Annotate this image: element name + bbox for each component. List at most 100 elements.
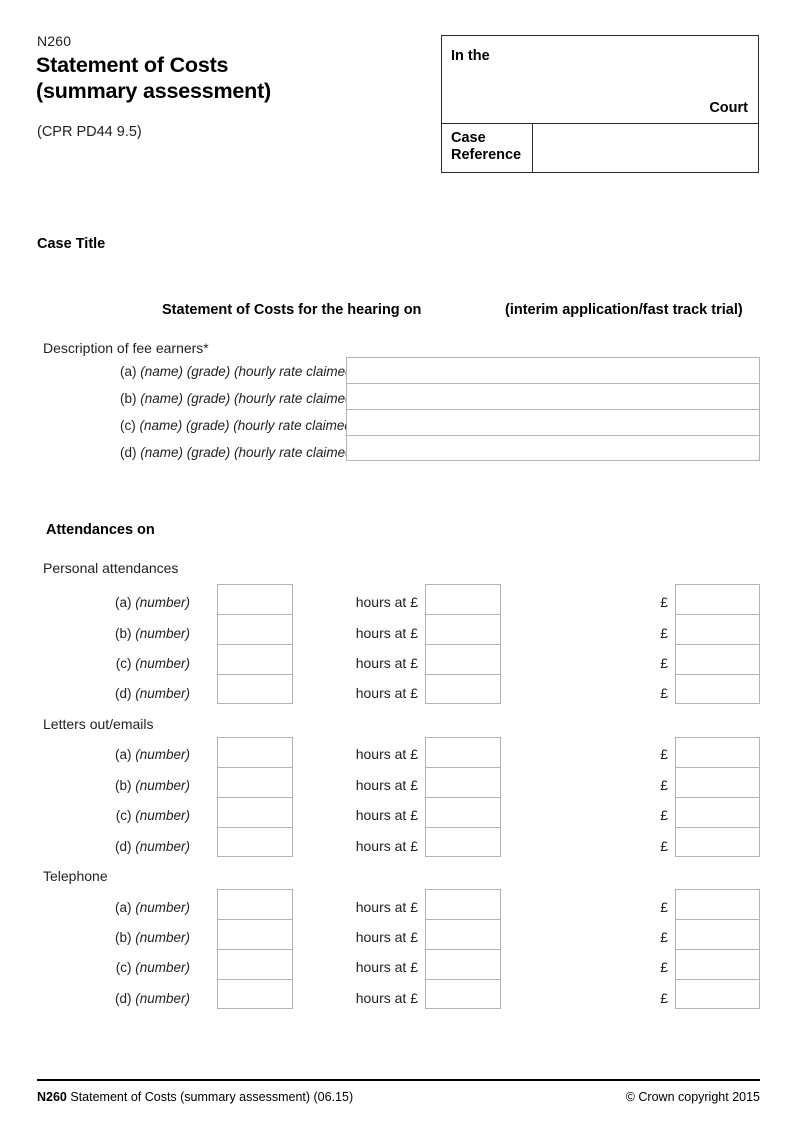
case-title-heading: Case Title (37, 236, 106, 252)
letters-out-emails-label-b: (b) (number) (0, 778, 190, 793)
personal-attendances-number-input-a[interactable] (217, 584, 293, 614)
personal-attendances-total-input-a[interactable] (675, 584, 760, 614)
pound-label: £ (660, 625, 668, 641)
letters-out-emails-label-d: (d) (number) (0, 839, 190, 854)
row-descriptor: (number) (135, 747, 190, 762)
personal-attendances-label-d: (d) (number) (0, 686, 190, 701)
telephone-number-input-c[interactable] (217, 949, 293, 979)
telephone-rate-input-b[interactable] (425, 919, 501, 949)
personal-attendances-label-a: (a) (number) (0, 595, 190, 610)
letters-out-emails-number-input-a[interactable] (217, 737, 293, 767)
court-reference-table: In the Court Case Reference (441, 35, 759, 173)
personal-attendances-rate-input-a[interactable] (425, 584, 501, 614)
row-descriptor: (number) (135, 656, 190, 671)
fee-earner-input-b[interactable] (346, 383, 760, 409)
letters-out-emails-total-input-d[interactable] (675, 827, 760, 857)
letters-out-emails-label-a: (a) (number) (0, 747, 190, 762)
personal-attendances-rate-input-b[interactable] (425, 614, 501, 644)
hours-at-label: hours at £ (355, 746, 418, 762)
pound-label: £ (660, 838, 668, 854)
telephone-rate-input-a[interactable] (425, 889, 501, 919)
row-descriptor: (number) (135, 808, 190, 823)
telephone-rate-column (425, 889, 501, 1009)
attendances-heading: Attendances on (46, 522, 155, 538)
telephone-number-input-a[interactable] (217, 889, 293, 919)
letters-out-emails-total-input-a[interactable] (675, 737, 760, 767)
hours-at-label: hours at £ (355, 594, 418, 610)
fee-earner-descriptor-a: (name) (grade) (hourly rate claimed) (140, 364, 358, 379)
letters-out-emails-rate-input-b[interactable] (425, 767, 501, 797)
letters-out-emails-rate-input-c[interactable] (425, 797, 501, 827)
personal-attendances-rate-input-d[interactable] (425, 674, 501, 704)
row-descriptor: (number) (135, 960, 190, 975)
page-title-line2: (summary assessment) (36, 79, 272, 103)
personal-attendances-total-input-c[interactable] (675, 644, 760, 674)
personal-attendances-number-input-b[interactable] (217, 614, 293, 644)
letters-out-emails-number-input-b[interactable] (217, 767, 293, 797)
telephone-total-input-a[interactable] (675, 889, 760, 919)
case-reference-row: Case Reference (442, 124, 758, 172)
fee-earner-marker-c: (c) (120, 418, 136, 433)
telephone-total-input-c[interactable] (675, 949, 760, 979)
personal-attendances-rate-input-c[interactable] (425, 644, 501, 674)
fee-earner-input-d[interactable] (346, 435, 760, 461)
row-marker: (b) (114, 778, 132, 793)
fee-earner-descriptor-d: (name) (grade) (hourly rate claimed) (140, 445, 358, 460)
personal-attendances-total-input-d[interactable] (675, 674, 760, 704)
footer-copyright: © Crown copyright 2015 (625, 1090, 760, 1104)
letters-out-emails-total-input-c[interactable] (675, 797, 760, 827)
fee-earner-input-c[interactable] (346, 409, 760, 435)
letters-out-emails-total-column (675, 737, 760, 857)
hearing-statement-label: Statement of Costs for the hearing on (162, 302, 422, 318)
personal-attendances-total-input-b[interactable] (675, 614, 760, 644)
court-name-row[interactable]: In the Court (442, 36, 758, 124)
row-descriptor: (number) (135, 595, 190, 610)
case-reference-field[interactable] (533, 124, 758, 172)
row-descriptor: (number) (135, 686, 190, 701)
letters-out-emails-rate-input-a[interactable] (425, 737, 501, 767)
letters-out-emails-number-input-d[interactable] (217, 827, 293, 857)
personal-attendances-label-c: (c) (number) (0, 656, 190, 671)
telephone-total-input-b[interactable] (675, 919, 760, 949)
hours-at-label: hours at £ (355, 838, 418, 854)
group-heading-letters-out-emails: Letters out/emails (43, 716, 154, 732)
fee-earner-descriptor-b: (name) (grade) (hourly rate claimed) (140, 391, 358, 406)
hours-at-label: hours at £ (355, 959, 418, 975)
personal-attendances-number-input-c[interactable] (217, 644, 293, 674)
personal-attendances-number-input-d[interactable] (217, 674, 293, 704)
fee-earner-descriptor-c: (name) (grade) (hourly rate claimed) (139, 418, 357, 433)
telephone-number-column (217, 889, 293, 1009)
letters-out-emails-total-input-b[interactable] (675, 767, 760, 797)
telephone-number-input-d[interactable] (217, 979, 293, 1009)
hours-at-label: hours at £ (355, 929, 418, 945)
row-marker: (d) (114, 839, 132, 854)
telephone-rate-input-d[interactable] (425, 979, 501, 1009)
pound-label: £ (660, 685, 668, 701)
telephone-rate-input-c[interactable] (425, 949, 501, 979)
row-descriptor: (number) (135, 778, 190, 793)
group-heading-telephone: Telephone (43, 868, 108, 884)
case-reference-label: Case Reference (442, 124, 533, 172)
fee-earners-input-table (346, 357, 760, 461)
fee-earner-input-a[interactable] (346, 357, 760, 383)
page-title: Statement of Costs (summary assessment) (36, 52, 426, 104)
row-descriptor: (number) (135, 839, 190, 854)
footer-form-description: Statement of Costs (summary assessment) … (70, 1090, 354, 1104)
pound-label: £ (660, 594, 668, 610)
telephone-total-column (675, 889, 760, 1009)
fee-earner-label-b: (b) (name) (grade) (hourly rate claimed) (120, 391, 357, 406)
pound-label: £ (660, 929, 668, 945)
pound-label: £ (660, 807, 668, 823)
row-marker: (d) (114, 991, 132, 1006)
row-marker: (c) (115, 656, 132, 671)
row-marker: (b) (114, 626, 132, 641)
telephone-total-input-d[interactable] (675, 979, 760, 1009)
fee-earner-marker-d: (d) (120, 445, 137, 460)
footer-divider (37, 1079, 760, 1081)
telephone-number-input-b[interactable] (217, 919, 293, 949)
letters-out-emails-rate-input-d[interactable] (425, 827, 501, 857)
footer-form-info: N260 Statement of Costs (summary assessm… (37, 1090, 353, 1104)
letters-out-emails-number-input-c[interactable] (217, 797, 293, 827)
hours-at-label: hours at £ (355, 899, 418, 915)
group-heading-personal-attendances: Personal attendances (43, 560, 179, 576)
